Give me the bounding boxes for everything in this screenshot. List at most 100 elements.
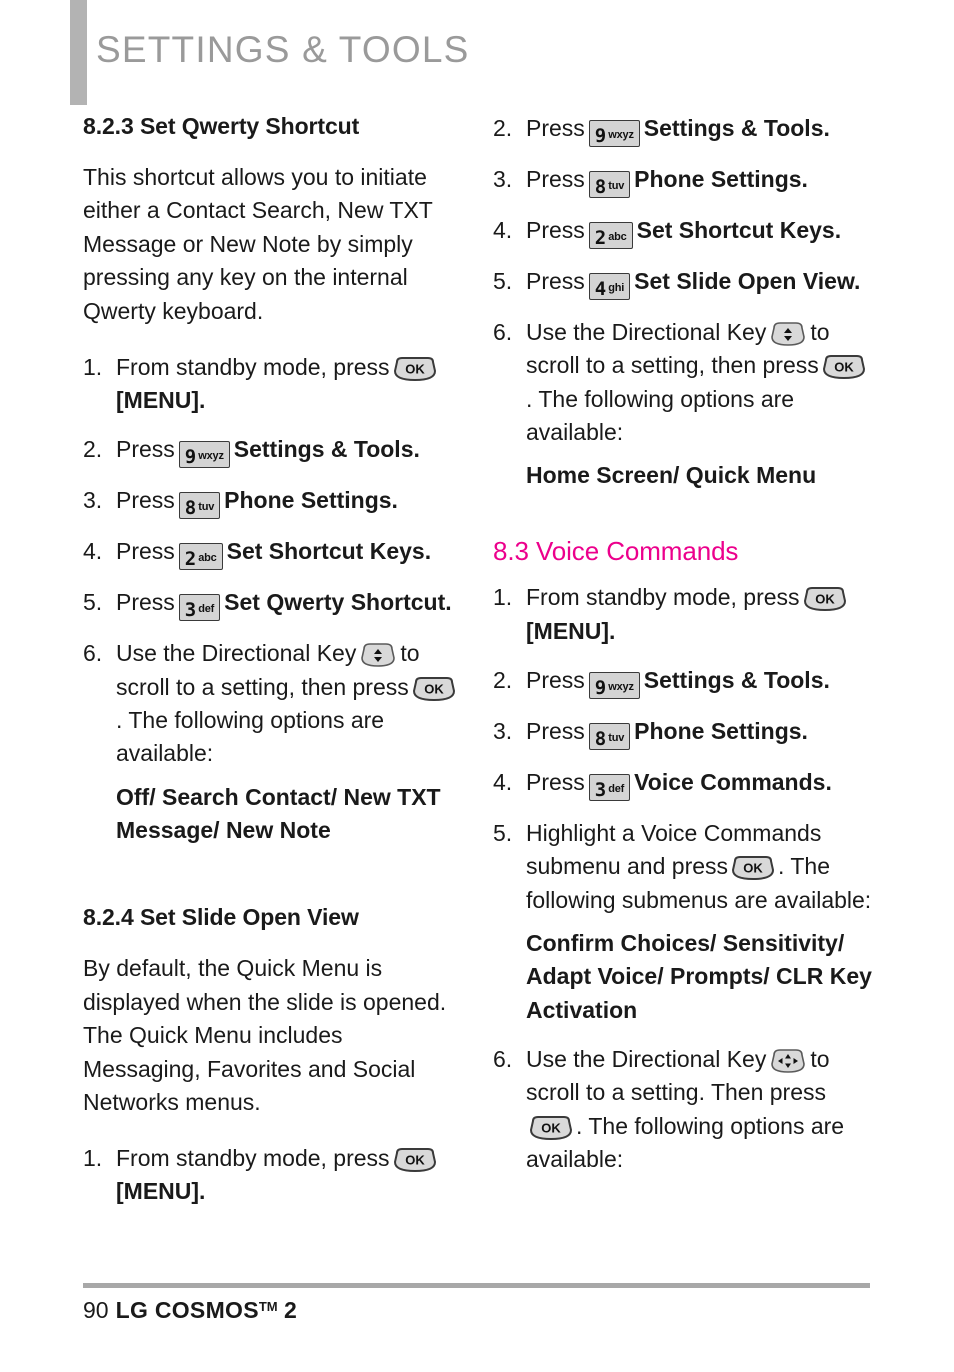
svg-text:OK: OK bbox=[815, 592, 835, 607]
step-number: 1. bbox=[83, 353, 103, 380]
heading-8-2-4: 8.2.4 Set Slide Open View bbox=[83, 904, 359, 931]
keycap-digit: 3 bbox=[184, 599, 196, 622]
heading-8-3: 8.3 Voice Commands bbox=[493, 535, 739, 566]
step-text: . The following options are available: bbox=[526, 385, 795, 446]
step-number: 6. bbox=[493, 1045, 513, 1072]
step-bold-text: Phone Settings. bbox=[224, 487, 398, 514]
svg-text:OK: OK bbox=[834, 360, 854, 375]
step-text: From standby mode, press bbox=[526, 584, 800, 611]
step-text: Press bbox=[526, 217, 585, 243]
keycap-digit: 8 bbox=[184, 497, 196, 520]
ok-key-icon: OK bbox=[412, 676, 456, 702]
keycap-digit: 3 bbox=[594, 778, 606, 801]
step-bold-text: Settings & Tools. bbox=[643, 666, 830, 693]
left-column: 8.2.3 Set Qwerty Shortcut This shortcut … bbox=[83, 112, 463, 1225]
steps-list-8-2-4: 1. From standby mode, press OK [MENU]. bbox=[83, 1142, 463, 1209]
list-item: 5. Press 3 def Set Qwerty Shortcut. bbox=[83, 586, 463, 622]
ok-key-icon: OK bbox=[393, 356, 437, 382]
step-text: Use the Directional Key bbox=[116, 640, 357, 667]
list-item: 2. Press 9 wxyz Settings & Tools. bbox=[493, 664, 873, 699]
svg-text:OK: OK bbox=[405, 361, 425, 376]
step-bold-text: [MENU]. bbox=[116, 1178, 206, 1205]
model-number: 2 bbox=[284, 1297, 297, 1323]
footer: 90 LG COSMOSTM 2 bbox=[83, 1297, 297, 1324]
step-text: Use the Directional Key bbox=[526, 1045, 767, 1072]
step-bold-text: Voice Commands. bbox=[634, 768, 832, 795]
step-number: 3. bbox=[493, 717, 513, 744]
keypad-8-icon: 8 tuv bbox=[588, 722, 631, 750]
step-bold-text: Phone Settings. bbox=[634, 717, 808, 744]
steps-list-8-3: 1. From standby mode, press OK [MENU]. 2. Pr… bbox=[493, 581, 873, 1176]
keypad-3-icon: 3 def bbox=[588, 773, 631, 801]
keycap-letters: tuv bbox=[608, 180, 625, 192]
step-number: 5. bbox=[493, 819, 513, 846]
step-text: Press bbox=[526, 768, 585, 795]
ok-key-icon: OK bbox=[803, 586, 847, 612]
step-bold-text: Set Shortcut Keys. bbox=[226, 538, 432, 565]
page-number: 90 bbox=[83, 1297, 109, 1323]
keycap-letters: wxyz bbox=[608, 129, 634, 141]
steps-list-8-2-4-continued: 2. Press 9 wxyz Settings & Tools. 3. Press 8 tu… bbox=[493, 112, 873, 493]
list-item: 2. Press 9 wxyz Settings & Tools. bbox=[83, 433, 463, 469]
step-bold-text: [MENU]. bbox=[116, 386, 206, 413]
keypad-2-icon: 2 abc bbox=[178, 543, 223, 571]
keypad-2-icon: 2 abc bbox=[588, 222, 633, 249]
step-text: From standby mode, press bbox=[116, 353, 390, 380]
keycap-digit: 9 bbox=[184, 446, 196, 469]
step-text: Press bbox=[116, 538, 175, 565]
options-list-8-2-4: Home Screen/ Quick Menu bbox=[526, 462, 817, 489]
keypad-8-icon: 8 tuv bbox=[588, 171, 631, 198]
submenu-list-8-3: Confirm Choices/ Sensitivity/ Adapt Voic… bbox=[526, 929, 872, 1023]
trademark-symbol: TM bbox=[258, 1299, 278, 1314]
right-column: 2. Press 9 wxyz Settings & Tools. 3. Press 8 tu… bbox=[493, 112, 873, 1192]
list-item: 5. Press 4 ghi Set Slide Open View. bbox=[493, 265, 873, 300]
manual-page: SETTINGS & TOOLS 8.2.3 Set Qwerty Shortc… bbox=[0, 0, 954, 1372]
keycap-letters: abc bbox=[608, 231, 627, 243]
keycap-digit: 2 bbox=[184, 548, 196, 571]
step-number: 2. bbox=[83, 436, 103, 463]
ok-key-icon: OK bbox=[393, 1147, 437, 1173]
directional-key-updown-icon bbox=[769, 320, 807, 348]
step-number: 4. bbox=[83, 538, 103, 565]
options-list-8-2-3: Off/ Search Contact/ New TXT Message/ Ne… bbox=[116, 783, 441, 844]
keycap-digit: 9 bbox=[594, 676, 606, 699]
step-number: 3. bbox=[83, 487, 103, 514]
list-item: 4. Press 3 def Voice Commands. bbox=[493, 766, 873, 801]
step-text: Press bbox=[116, 589, 175, 616]
step-bold-text: Settings & Tools. bbox=[643, 115, 830, 141]
ok-key-icon: OK bbox=[529, 1115, 573, 1141]
keypad-9-icon: 9 wxyz bbox=[588, 671, 640, 699]
step-text: Press bbox=[526, 717, 585, 744]
paragraph-8-2-3: This shortcut allows you to initiate eit… bbox=[83, 163, 433, 325]
svg-text:OK: OK bbox=[541, 1120, 561, 1135]
keycap-letters: def bbox=[608, 782, 625, 795]
step-text: Use the Directional Key bbox=[526, 319, 767, 345]
list-item: 6. Use the Directional Key to scroll to a … bbox=[493, 316, 873, 493]
step-number: 2. bbox=[493, 115, 513, 141]
step-text: Press bbox=[526, 166, 585, 192]
step-number: 4. bbox=[493, 768, 513, 795]
keycap-letters: wxyz bbox=[608, 680, 634, 693]
directional-key-updown-icon bbox=[359, 641, 397, 669]
list-item: 4. Press 2 abc Set Shortcut Keys. bbox=[493, 214, 873, 249]
list-item: 6. Use the Directional Key to scroll to a … bbox=[83, 637, 463, 847]
list-item: 4. Press 2 abc Set Shortcut Keys. bbox=[83, 535, 463, 571]
keycap-digit: 4 bbox=[594, 278, 606, 300]
step-number: 4. bbox=[493, 217, 513, 243]
step-bold-text: Set Qwerty Shortcut. bbox=[224, 589, 452, 616]
brand-name: LG COSMOS bbox=[115, 1297, 259, 1323]
keycap-letters: tuv bbox=[198, 501, 215, 514]
ok-key-icon: OK bbox=[731, 855, 775, 881]
step-number: 2. bbox=[493, 666, 513, 693]
step-bold-text: Set Shortcut Keys. bbox=[636, 217, 842, 243]
step-bold-text: Phone Settings. bbox=[634, 166, 808, 192]
keycap-digit: 2 bbox=[594, 227, 606, 249]
keycap-letters: tuv bbox=[608, 731, 625, 744]
step-text: From standby mode, press bbox=[116, 1145, 390, 1172]
step-number: 1. bbox=[83, 1145, 103, 1172]
keycap-digit: 9 bbox=[594, 125, 606, 147]
svg-text:OK: OK bbox=[424, 681, 444, 696]
step-text: Press bbox=[526, 115, 585, 141]
step-number: 5. bbox=[83, 589, 103, 616]
keypad-3-icon: 3 def bbox=[178, 594, 221, 622]
